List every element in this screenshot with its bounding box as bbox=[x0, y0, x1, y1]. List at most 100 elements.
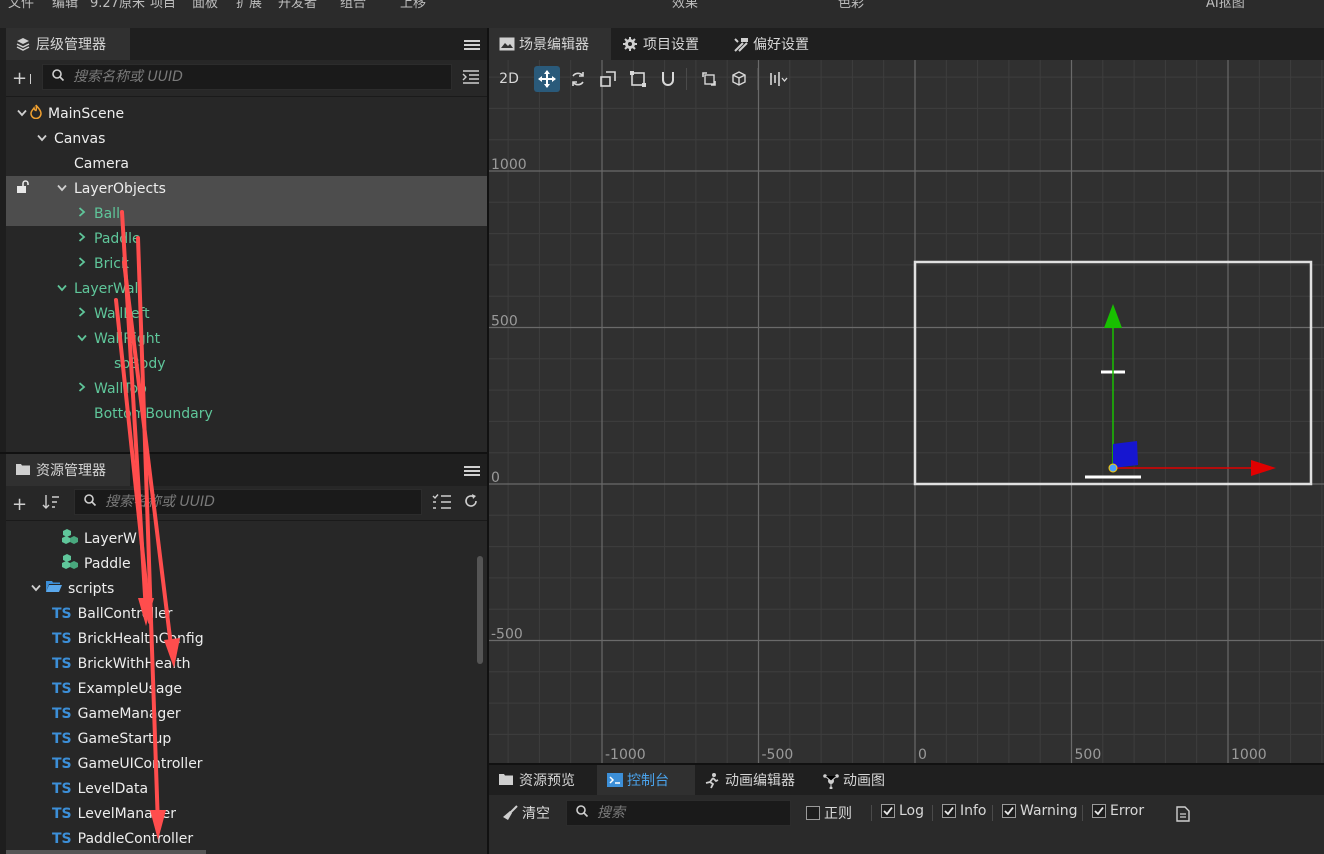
scale-tool-button[interactable] bbox=[595, 66, 621, 92]
top-menu-item[interactable]: 项目 bbox=[150, 0, 176, 11]
top-menu-item[interactable]: 组合 bbox=[340, 0, 366, 11]
assets-hscrollbar[interactable] bbox=[6, 850, 206, 854]
tab-project-settings[interactable]: 项目设置 bbox=[613, 28, 723, 60]
chevron-down-icon[interactable] bbox=[14, 107, 30, 120]
top-menu-item[interactable]: 编辑 bbox=[52, 0, 78, 11]
chevron-right-icon[interactable] bbox=[74, 207, 90, 220]
hierarchy-search-input[interactable] bbox=[71, 68, 451, 86]
hierarchy-node[interactable]: Ball bbox=[6, 201, 554, 226]
assets-search[interactable] bbox=[74, 489, 422, 515]
scene-viewport[interactable]: 1000 500 0 -500 -1000 -500 0 500 1000 bbox=[489, 60, 1324, 763]
chevron-right-icon[interactable] bbox=[74, 307, 90, 320]
rect-tool-button[interactable] bbox=[625, 66, 651, 92]
typescript-icon: TS bbox=[52, 830, 72, 847]
align-tool-button[interactable] bbox=[766, 66, 792, 92]
top-menu-item[interactable]: AI抠图 bbox=[1206, 0, 1245, 11]
top-menu-item[interactable]: 开发者 bbox=[278, 0, 317, 11]
typescript-icon: TS bbox=[52, 755, 72, 772]
filter-divider bbox=[992, 805, 993, 821]
tab-assets[interactable]: 资源管理器 bbox=[6, 454, 130, 486]
chevron-right-icon[interactable] bbox=[74, 382, 90, 395]
assets-menu-icon[interactable] bbox=[464, 464, 480, 478]
asset-item[interactable]: TS LevelData bbox=[6, 776, 522, 801]
tab-hierarchy[interactable]: 层级管理器 bbox=[6, 28, 130, 60]
hierarchy-node[interactable]: Brick bbox=[6, 251, 554, 276]
asset-item[interactable]: TS LevelManager bbox=[6, 801, 522, 826]
asset-item[interactable]: TS PaddleController bbox=[6, 826, 522, 851]
top-menu-item[interactable]: 效果 bbox=[672, 0, 698, 11]
chevron-down-icon[interactable] bbox=[54, 182, 70, 195]
hierarchy-node-label: WallLeft bbox=[94, 305, 150, 322]
filter-info-checkbox[interactable]: Info bbox=[932, 803, 987, 821]
top-menu-item[interactable]: 面板 bbox=[192, 0, 218, 11]
rotate-tool-button[interactable] bbox=[565, 66, 591, 92]
assets-search-input[interactable] bbox=[103, 493, 421, 511]
hierarchy-node[interactable]: WallRight bbox=[6, 326, 554, 351]
hierarchy-node[interactable]: BottomBoundary bbox=[6, 401, 554, 426]
hierarchy-search[interactable] bbox=[42, 64, 452, 90]
hierarchy-node[interactable]: Canvas bbox=[6, 126, 514, 151]
add-node-dropdown-icon[interactable] bbox=[24, 74, 31, 84]
chevron-right-icon[interactable] bbox=[74, 232, 90, 245]
hierarchy-node[interactable]: WallLeft bbox=[6, 301, 554, 326]
hierarchy-node[interactable]: MainScene bbox=[6, 101, 494, 126]
mode-2d-button[interactable]: 2D bbox=[496, 66, 522, 92]
assets-scrollbar[interactable] bbox=[477, 556, 483, 664]
hierarchy-node[interactable]: Paddle bbox=[6, 226, 554, 251]
global-tool-button[interactable] bbox=[726, 66, 752, 92]
unlock-icon[interactable] bbox=[16, 180, 30, 198]
asset-item[interactable]: TS BrickHealthConfig bbox=[6, 626, 522, 651]
chevron-down-icon[interactable] bbox=[54, 282, 70, 295]
top-menu-item[interactable]: 9.27原米 bbox=[90, 0, 145, 11]
hierarchy-node[interactable]: LayerObjects bbox=[6, 176, 534, 201]
top-menu-item[interactable]: 扩展 bbox=[236, 0, 262, 11]
top-menu-item[interactable]: 色彩 bbox=[838, 0, 864, 11]
sort-icon[interactable] bbox=[42, 494, 60, 514]
console-search-input[interactable] bbox=[595, 804, 790, 822]
clear-button[interactable]: 清空 bbox=[502, 803, 550, 823]
asset-item[interactable]: TS BallController bbox=[6, 601, 522, 626]
collapse-all-icon[interactable] bbox=[462, 69, 480, 89]
asset-item[interactable]: LayerW bbox=[6, 526, 532, 551]
chevron-down-icon[interactable] bbox=[34, 132, 50, 145]
filter-list-icon[interactable] bbox=[432, 494, 452, 514]
tab-console[interactable]: 控制台 bbox=[597, 765, 695, 795]
asset-item[interactable]: TS GameStartup bbox=[6, 726, 522, 751]
tab-animation-graph[interactable]: 动画图 bbox=[813, 765, 903, 795]
asset-item[interactable]: Paddle bbox=[6, 551, 532, 576]
tab-asset-preview[interactable]: 资源预览 bbox=[489, 765, 597, 795]
hierarchy-menu-icon[interactable] bbox=[464, 38, 480, 52]
tab-scene-editor[interactable]: 场景编辑器 bbox=[489, 28, 611, 60]
snap-tool-button[interactable] bbox=[655, 66, 681, 92]
asset-item[interactable]: TS GameUIController bbox=[6, 751, 522, 776]
top-menu-item[interactable]: 文件 bbox=[8, 0, 34, 11]
filter-label: Log bbox=[899, 803, 925, 819]
log-file-icon[interactable] bbox=[1176, 806, 1190, 826]
filter-正则-checkbox[interactable]: 正则 bbox=[806, 803, 852, 823]
asset-item[interactable]: TS GameManager bbox=[6, 701, 522, 726]
filter-error-checkbox[interactable]: Error bbox=[1082, 803, 1144, 821]
tab-animation-editor[interactable]: 动画编辑器 bbox=[695, 765, 813, 795]
hierarchy-node[interactable]: LayerWall bbox=[6, 276, 534, 301]
x-axis-label: 1000 bbox=[1231, 747, 1267, 763]
gizmo-xy-plane-handle bbox=[1113, 441, 1138, 468]
filter-warning-checkbox[interactable]: Warning bbox=[992, 803, 1078, 821]
chevron-right-icon[interactable] bbox=[74, 257, 90, 270]
asset-item[interactable]: TS ExampleUsage bbox=[6, 676, 522, 701]
tab-preferences[interactable]: 偏好设置 bbox=[723, 28, 833, 60]
refresh-icon[interactable] bbox=[463, 493, 479, 513]
filter-log-checkbox[interactable]: Log bbox=[871, 803, 925, 821]
chevron-down-icon[interactable] bbox=[74, 332, 90, 345]
move-tool-button[interactable] bbox=[534, 66, 560, 92]
top-menu-item[interactable]: 上移 bbox=[400, 0, 426, 11]
hierarchy-node[interactable]: WallTop bbox=[6, 376, 554, 401]
hierarchy-title: 层级管理器 bbox=[36, 37, 106, 53]
asset-item[interactable]: scripts bbox=[6, 576, 498, 601]
console-search[interactable] bbox=[566, 800, 791, 826]
asset-item-label: GameManager bbox=[77, 705, 181, 722]
chevron-down-icon[interactable] bbox=[28, 582, 44, 595]
asset-item[interactable]: TS BrickWithHealth bbox=[6, 651, 522, 676]
hierarchy-node[interactable]: Camera bbox=[6, 151, 534, 176]
add-asset-icon[interactable]: + bbox=[12, 494, 27, 515]
pivot-tool-button[interactable] bbox=[696, 66, 722, 92]
